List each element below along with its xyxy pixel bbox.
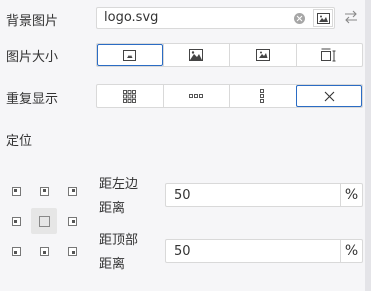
size-contain-option[interactable]	[229, 44, 296, 66]
repeat-y-option[interactable]	[229, 85, 296, 107]
position-marker-icon	[11, 246, 21, 256]
repeat-icon	[123, 89, 137, 103]
image-size-selector	[96, 43, 363, 67]
position-marker-icon	[11, 186, 21, 196]
position-middle-right[interactable]	[59, 208, 85, 234]
position-middle-left[interactable]	[3, 208, 29, 234]
image-size-label: 图片大小	[6, 50, 59, 65]
position-top-right[interactable]	[59, 178, 85, 204]
left-offset-label-line1: 距左边	[99, 177, 139, 192]
size-custom-option[interactable]	[295, 44, 363, 66]
top-offset-input[interactable]: 50 %	[165, 239, 363, 263]
repeat-selector	[96, 84, 363, 108]
position-bottom-center[interactable]	[31, 238, 57, 264]
position-top-left[interactable]	[3, 178, 29, 204]
repeat-label: 重复显示	[6, 92, 59, 107]
no-repeat-option[interactable]	[295, 85, 362, 107]
background-image-input[interactable]: logo.svg	[96, 7, 335, 29]
pick-image-button[interactable]	[313, 9, 333, 27]
position-grid	[3, 178, 87, 264]
position-top-center[interactable]	[31, 178, 57, 204]
position-bottom-left[interactable]	[3, 238, 29, 264]
top-offset-unit-button[interactable]: %	[340, 240, 362, 262]
top-offset-label-line2: 距离	[99, 257, 126, 272]
scrollbar[interactable]	[365, 0, 371, 291]
clear-icon[interactable]	[294, 13, 305, 24]
image-icon	[316, 12, 330, 24]
repeat-y-icon	[260, 89, 265, 103]
position-marker-icon	[67, 246, 77, 256]
top-offset-label-line1: 距顶部	[99, 233, 139, 248]
position-bottom-right[interactable]	[59, 238, 85, 264]
custom-size-icon	[321, 48, 336, 62]
no-repeat-icon	[324, 91, 335, 101]
position-marker-icon	[39, 246, 49, 256]
repeat-option[interactable]	[97, 85, 163, 107]
left-offset-unit-button[interactable]: %	[340, 184, 362, 206]
repeat-x-option[interactable]	[162, 85, 230, 107]
top-offset-value: 50	[174, 244, 191, 259]
position-center-icon	[38, 215, 50, 227]
position-marker-icon	[11, 216, 21, 226]
cover-icon	[189, 49, 204, 61]
contain-icon	[255, 49, 270, 61]
swap-icon[interactable]	[344, 10, 358, 24]
size-cover-option[interactable]	[162, 44, 230, 66]
position-marker-icon	[67, 186, 77, 196]
left-offset-value: 50	[174, 188, 191, 203]
left-offset-label-line2: 距离	[99, 201, 126, 216]
position-label: 定位	[6, 134, 33, 149]
position-marker-icon	[39, 186, 49, 196]
left-offset-input[interactable]: 50 %	[165, 183, 363, 207]
position-center[interactable]	[31, 208, 57, 234]
background-image-label: 背景图片	[6, 14, 59, 29]
repeat-x-icon	[189, 93, 204, 98]
auto-icon	[123, 49, 137, 61]
size-auto-option[interactable]	[97, 44, 163, 66]
file-value: logo.svg	[104, 10, 159, 25]
position-marker-icon	[67, 216, 77, 226]
